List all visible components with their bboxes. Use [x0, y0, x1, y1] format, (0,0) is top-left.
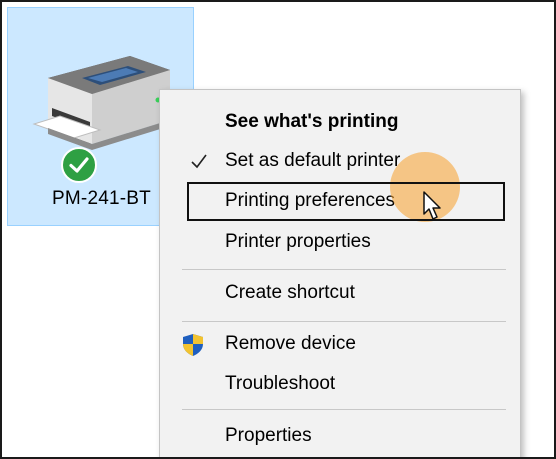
- menu-item-properties[interactable]: Properties: [160, 417, 520, 455]
- highlight-box: [187, 182, 505, 221]
- menu-separator: [182, 269, 506, 270]
- menu-item-label: Create shortcut: [225, 282, 355, 303]
- context-menu: See what's printing Set as default print…: [159, 89, 521, 457]
- check-circle-icon: [61, 147, 97, 183]
- menu-item-see-whats-printing[interactable]: See what's printing: [160, 103, 520, 141]
- menu-item-create-shortcut[interactable]: Create shortcut: [160, 274, 520, 312]
- uac-shield-icon: [183, 334, 203, 356]
- menu-separator: [182, 409, 506, 410]
- window-frame: PM-241-BT See what's printing Set as def…: [0, 0, 556, 459]
- menu-item-label: Printer properties: [225, 231, 371, 252]
- menu-item-printer-properties[interactable]: Printer properties: [160, 223, 520, 261]
- arrow-cursor-icon: [423, 191, 441, 220]
- menu-separator: [182, 321, 506, 322]
- menu-item-label: Troubleshoot: [225, 373, 336, 394]
- menu-item-set-default-printer[interactable]: Set as default printer: [160, 142, 520, 180]
- menu-item-troubleshoot[interactable]: Troubleshoot: [160, 365, 520, 403]
- checkmark-icon: [191, 154, 207, 169]
- menu-item-remove-device[interactable]: Remove device: [160, 325, 520, 363]
- menu-item-label: Set as default printer: [225, 150, 401, 171]
- menu-item-label: See what's printing: [225, 111, 399, 132]
- menu-item-label: Properties: [225, 425, 312, 446]
- menu-item-label: Remove device: [225, 333, 356, 354]
